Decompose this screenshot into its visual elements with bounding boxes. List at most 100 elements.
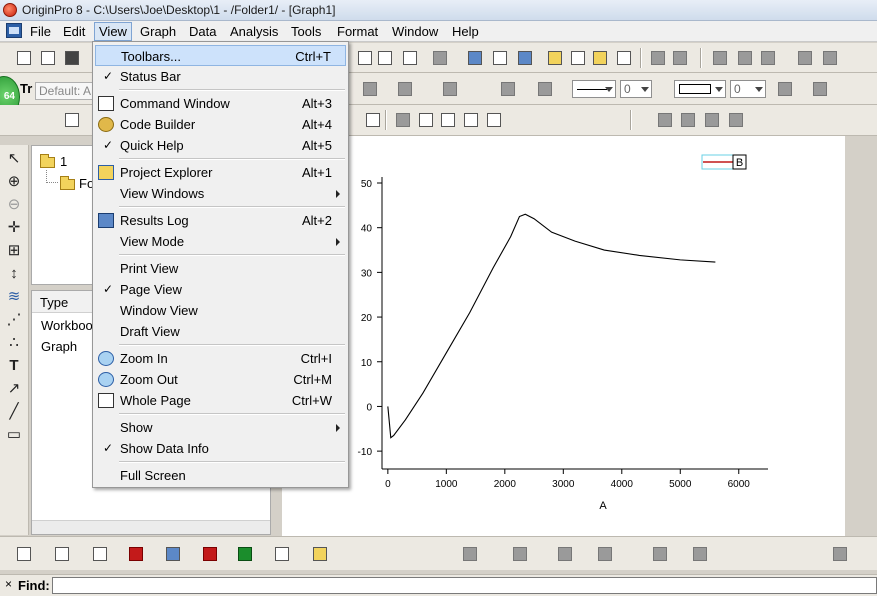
menu-item-view-mode[interactable]: View Mode [95, 231, 346, 252]
line-tool-icon[interactable]: ╱ [4, 402, 24, 422]
3d-wall-button[interactable] [595, 544, 615, 564]
multi-panel-button[interactable] [163, 544, 183, 564]
menu-data[interactable]: Data [185, 23, 220, 40]
fill-color-combo[interactable] [674, 80, 726, 98]
menu-analysis[interactable]: Analysis [226, 23, 282, 40]
text-tool-icon[interactable]: T [4, 356, 24, 376]
zoom-tool-icon[interactable]: ⊕ [4, 172, 24, 192]
new-project-button[interactable] [14, 48, 34, 68]
bold-button[interactable] [395, 79, 415, 99]
pointer-tool-icon[interactable]: ↖ [4, 149, 24, 169]
line-plot-button[interactable] [14, 544, 34, 564]
pie-button[interactable] [670, 48, 690, 68]
data-selector-tool-icon[interactable]: ↕ [4, 264, 24, 284]
menu-view[interactable]: View [94, 22, 132, 41]
pattern-button[interactable] [775, 79, 795, 99]
menu-item-print-view[interactable]: Print View [95, 258, 346, 279]
menu-item-code-builder[interactable]: Code Builder Alt+4 [95, 114, 346, 135]
table-button[interactable] [484, 110, 504, 130]
column-plot-button[interactable] [126, 544, 146, 564]
menu-tools[interactable]: Tools [287, 23, 325, 40]
3d-plot-button[interactable] [460, 544, 480, 564]
add-graph-button[interactable] [830, 544, 850, 564]
menu-item-whole-page[interactable]: Whole Page Ctrl+W [95, 390, 346, 411]
scatter-plot-button[interactable] [52, 544, 72, 564]
menu-graph[interactable]: Graph [136, 23, 180, 40]
menu-item-zoom-out[interactable]: Zoom Out Ctrl+M [95, 369, 346, 390]
menu-item-zoom-in[interactable]: Zoom In Ctrl+I [95, 348, 346, 369]
template-button[interactable] [310, 544, 330, 564]
fill-button[interactable] [498, 79, 518, 99]
find-input[interactable] [52, 577, 877, 594]
contour-button[interactable] [235, 544, 255, 564]
font-color-button[interactable] [440, 79, 460, 99]
toolbar-button-b[interactable] [375, 48, 395, 68]
grid-button[interactable] [810, 79, 830, 99]
menu-item-view-windows[interactable]: View Windows [95, 183, 346, 204]
project-explorer-button[interactable] [515, 48, 535, 68]
3d-button-b[interactable] [678, 110, 698, 130]
print-button[interactable] [430, 48, 450, 68]
refresh-button[interactable] [465, 48, 485, 68]
rectangle-tool-icon[interactable]: ▭ [4, 425, 24, 445]
menu-help[interactable]: Help [448, 23, 483, 40]
align-button[interactable] [393, 110, 413, 130]
columns-button[interactable] [820, 48, 840, 68]
zoom-out-tool-icon[interactable]: ⊖ [4, 195, 24, 215]
menu-file[interactable]: File [26, 23, 55, 40]
border-width-combo[interactable]: 0 [730, 80, 766, 98]
toolbar-button-c[interactable] [400, 48, 420, 68]
new-worksheet-button[interactable] [38, 48, 58, 68]
font-size-button[interactable] [360, 79, 380, 99]
region-tool-icon[interactable]: ≋ [4, 287, 24, 307]
clock-button[interactable] [461, 110, 481, 130]
draw-data-tool-icon[interactable]: ∴ [4, 333, 24, 353]
line-style-combo[interactable] [572, 80, 616, 98]
stack-button[interactable] [438, 110, 458, 130]
code-builder-button[interactable] [590, 48, 610, 68]
horizontal-scrollbar[interactable] [32, 520, 270, 534]
menu-item-show-data-info[interactable]: ✓ Show Data Info [95, 438, 346, 459]
menu-format[interactable]: Format [333, 23, 382, 40]
menu-item-page-view[interactable]: ✓ Page View [95, 279, 346, 300]
menu-item-quick-help[interactable]: ✓ Quick Help Alt+5 [95, 135, 346, 156]
menu-item-show[interactable]: Show [95, 417, 346, 438]
list-item[interactable]: Workbook [41, 318, 99, 333]
font-combo[interactable]: Default: A [35, 82, 95, 100]
matrix-plot-button[interactable] [650, 544, 670, 564]
toolbar-button-a[interactable] [355, 48, 375, 68]
copy-button[interactable] [735, 48, 755, 68]
arrow-tool-icon[interactable]: ↗ [4, 379, 24, 399]
results-log-button[interactable] [545, 48, 565, 68]
line-symbol-button[interactable] [90, 544, 110, 564]
menu-item-window-view[interactable]: Window View [95, 300, 346, 321]
line-width-combo[interactable]: 0 [620, 80, 652, 98]
3d-button-d[interactable] [726, 110, 746, 130]
paste-button[interactable] [758, 48, 778, 68]
image-plot-button[interactable] [690, 544, 710, 564]
menu-item-results-log[interactable]: Results Log Alt+2 [95, 210, 346, 231]
3d-surface-button[interactable] [555, 544, 575, 564]
menu-item-full-screen[interactable]: Full Screen [95, 465, 346, 486]
close-icon[interactable]: × [5, 577, 12, 591]
cut-button[interactable] [710, 48, 730, 68]
graph-tool-button[interactable] [363, 110, 383, 130]
custom-routine-button[interactable] [614, 48, 634, 68]
box-plot-button[interactable] [200, 544, 220, 564]
list-item[interactable]: Graph [41, 339, 77, 354]
line-color-button[interactable] [535, 79, 555, 99]
new-matrix-button[interactable] [62, 48, 82, 68]
document-window-icon[interactable] [6, 23, 22, 38]
3d-button-c[interactable] [702, 110, 722, 130]
menu-item-draft-view[interactable]: Draft View [95, 321, 346, 342]
mask-tool-icon[interactable]: ⋰ [4, 310, 24, 330]
graph-window[interactable]: 0 1000 2000 3000 4000 5000 6000 -10 0 10 20 30 40 50 A… [282, 136, 845, 536]
rows-button[interactable] [795, 48, 815, 68]
root-folder[interactable]: 1 [60, 154, 67, 169]
menu-item-project-explorer[interactable]: Project Explorer Alt+1 [95, 162, 346, 183]
3d-bars-button[interactable] [510, 544, 530, 564]
screen-reader-tool-icon[interactable]: ✛ [4, 218, 24, 238]
layer-tool-button[interactable] [62, 110, 82, 130]
menu-item-command-window[interactable]: Command Window Alt+3 [95, 93, 346, 114]
polar-button[interactable] [272, 544, 292, 564]
